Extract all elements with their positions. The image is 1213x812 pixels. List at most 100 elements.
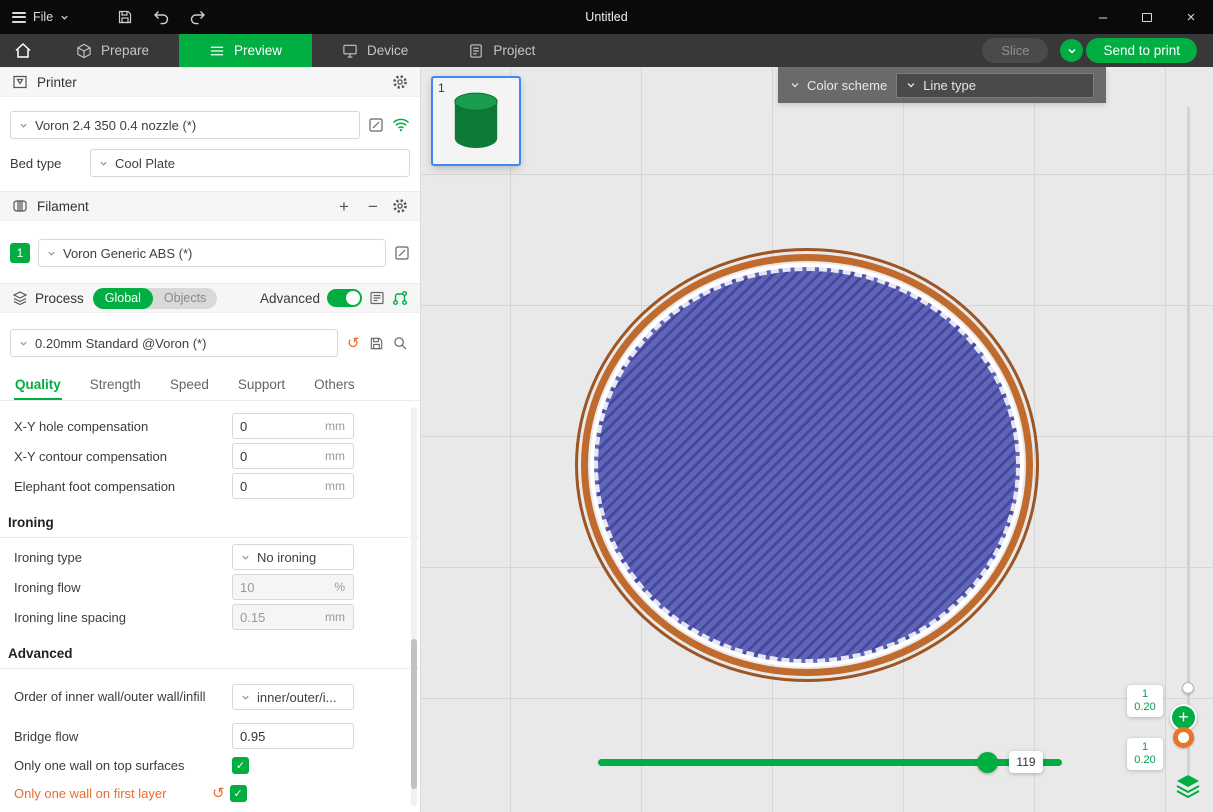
process-tabs: Quality Strength Speed Support Others [0, 369, 420, 401]
ironing-flow-input[interactable] [233, 580, 326, 595]
xy-hole-compensation-input[interactable] [233, 419, 317, 434]
tab-others[interactable]: Others [313, 369, 356, 400]
advanced-mode-toggle[interactable] [327, 289, 362, 307]
check-icon: ✓ [233, 787, 242, 800]
scope-objects[interactable]: Objects [153, 291, 217, 305]
ironing-type-select[interactable]: No ironing [232, 544, 354, 570]
home-button[interactable] [0, 34, 46, 67]
send-options-button[interactable] [1060, 39, 1083, 62]
reset-setting-button[interactable]: ↺ [212, 786, 225, 801]
redo-icon [189, 10, 206, 25]
save-icon [117, 9, 133, 25]
filament-preset-row: 1 Voron Generic ABS (*) [0, 221, 420, 283]
line-type-select[interactable]: Line type [896, 73, 1094, 98]
filament-slot-badge[interactable]: 1 [10, 243, 30, 263]
layer-height: 0.20 [1127, 701, 1163, 714]
add-filament-button[interactable]: + [334, 198, 354, 215]
setting-row: Elephant foot compensation mm [0, 471, 420, 501]
chevron-down-icon [241, 693, 250, 702]
setting-label: Only one wall on top surfaces [14, 758, 232, 773]
xy-contour-compensation-input[interactable] [233, 449, 317, 464]
save-preset-icon[interactable] [369, 336, 384, 351]
maximize-icon [1142, 13, 1152, 22]
save-button[interactable] [107, 0, 143, 34]
slice-button[interactable]: Slice [982, 38, 1048, 63]
settings-sidebar: Printer Voron 2.4 350 0.4 nozzle (*) Bed… [0, 67, 421, 812]
wifi-icon[interactable] [392, 118, 410, 132]
tab-quality[interactable]: Quality [14, 369, 62, 400]
tab-label: Prepare [101, 43, 149, 58]
preview-viewport[interactable]: 1 Color scheme Line type [421, 67, 1213, 812]
only-one-wall-top-checkbox[interactable]: ✓ [232, 757, 249, 774]
layer-slider-handle-top[interactable] [1182, 682, 1194, 694]
setting-row: X-Y hole compensation mm [0, 411, 420, 441]
reset-icon: ↺ [347, 335, 360, 352]
advanced-mode-label: Advanced [260, 291, 320, 306]
gear-icon[interactable] [392, 198, 408, 214]
plate-number: 1 [438, 81, 445, 95]
ironing-line-spacing-input[interactable] [233, 610, 317, 625]
tab-strength[interactable]: Strength [89, 369, 142, 400]
sliced-model[interactable] [575, 248, 1039, 682]
remove-filament-button[interactable]: − [363, 198, 383, 215]
tab-prepare[interactable]: Prepare [46, 34, 179, 67]
printer-preset-select[interactable]: Voron 2.4 350 0.4 nozzle (*) [10, 111, 360, 139]
wall-order-select[interactable]: inner/outer/i... [232, 684, 354, 710]
close-button[interactable]: × [1169, 0, 1213, 34]
process-scope-toggle[interactable]: Global Objects [93, 288, 218, 309]
maximize-button[interactable] [1125, 0, 1169, 34]
search-icon[interactable] [393, 336, 408, 351]
undo-button[interactable] [143, 0, 179, 34]
plate-thumbnail[interactable]: 1 [431, 76, 521, 166]
file-menu-button[interactable]: File [0, 0, 81, 34]
move-value: 119 [1016, 755, 1035, 769]
file-menu-label: File [33, 10, 53, 24]
elephant-foot-compensation-field: mm [232, 473, 354, 499]
setting-label: Ironing type [14, 550, 232, 565]
printer-section-title: Printer [37, 75, 77, 90]
elephant-foot-compensation-input[interactable] [233, 479, 317, 494]
xy-hole-compensation-field: mm [232, 413, 354, 439]
advanced-section-header: Advanced [0, 646, 420, 669]
reset-preset-button[interactable]: ↺ [347, 336, 360, 351]
tab-project[interactable]: Project [438, 34, 565, 67]
bridge-flow-input[interactable] [233, 729, 353, 744]
color-scheme-dropdown[interactable]: Color scheme [790, 78, 887, 93]
send-to-print-button[interactable]: Send to print [1086, 38, 1197, 63]
chevron-down-icon [60, 13, 69, 22]
only-one-wall-first-layer-checkbox[interactable]: ✓ [230, 785, 247, 802]
edit-icon[interactable] [394, 245, 410, 261]
setting-row: Only one wall on top surfaces ✓ [0, 751, 420, 779]
layers-view-button[interactable] [1175, 774, 1201, 798]
move-slider-handle[interactable] [977, 752, 998, 773]
chevron-down-icon [906, 80, 916, 90]
redo-button[interactable] [179, 0, 215, 34]
pause-marker-icon[interactable] [1173, 727, 1194, 748]
chevron-down-icon [1067, 46, 1077, 56]
edit-icon[interactable] [368, 117, 384, 133]
chevron-down-icon [241, 553, 250, 562]
layer-slider-track[interactable] [1187, 107, 1190, 775]
list-icon[interactable] [369, 290, 385, 306]
tab-speed[interactable]: Speed [169, 369, 210, 400]
tab-device[interactable]: Device [312, 34, 438, 67]
slicer-app: File Untitled – × Prepare Previ [0, 0, 1213, 812]
tab-preview[interactable]: Preview [179, 34, 312, 67]
minimize-button[interactable]: – [1081, 0, 1125, 34]
process-preset-select[interactable]: 0.20mm Standard @Voron (*) [10, 329, 338, 357]
view-options-bar: Color scheme Line type [778, 67, 1106, 103]
scope-global[interactable]: Global [93, 288, 153, 309]
process-icon [12, 290, 28, 306]
project-tab-icon [468, 43, 484, 59]
sidebar-scrollbar-thumb[interactable] [411, 639, 417, 789]
tab-support[interactable]: Support [237, 369, 286, 400]
parameter-table-icon[interactable] [392, 290, 408, 306]
printer-icon [12, 74, 28, 90]
setting-row: Ironing flow % [0, 572, 420, 602]
gear-icon[interactable] [392, 74, 408, 90]
chevron-down-icon [790, 80, 800, 90]
bed-type-select[interactable]: Cool Plate [90, 149, 410, 177]
filament-preset-select[interactable]: Voron Generic ABS (*) [38, 239, 386, 267]
unit-label: mm [317, 449, 353, 463]
chevron-down-icon [19, 121, 28, 130]
